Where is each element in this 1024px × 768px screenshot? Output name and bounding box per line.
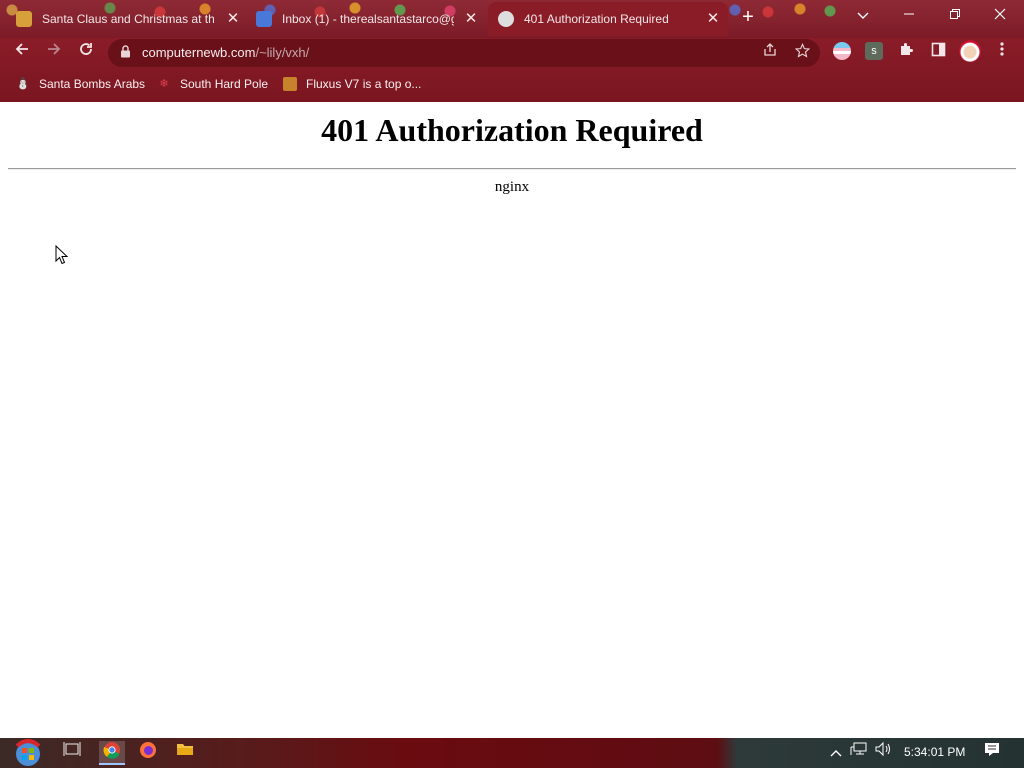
tab-title: 401 Authorization Required	[524, 12, 669, 26]
forward-button[interactable]	[43, 41, 65, 63]
restore-button[interactable]	[937, 4, 973, 26]
close-icon[interactable]: ✕	[224, 10, 242, 28]
restore-icon	[950, 9, 960, 19]
santa-icon: ⛄	[16, 78, 30, 90]
close-icon[interactable]: ✕	[704, 10, 722, 28]
bookmark-label: Santa Bombs Arabs	[39, 77, 146, 91]
network-button[interactable]	[846, 741, 872, 765]
tab-search-button[interactable]	[845, 4, 881, 26]
start-button[interactable]	[10, 738, 46, 768]
server-name: nginx	[494, 179, 530, 195]
task-view-icon	[63, 742, 81, 756]
folder-icon	[177, 744, 193, 755]
tab-title: Inbox (1) - therealsantastarco@g	[282, 12, 454, 26]
tab-401-authorization[interactable]: 401 Authorization Required ✕	[488, 2, 728, 36]
network-icon	[850, 742, 867, 755]
snowflake-icon: ❄	[159, 78, 169, 90]
reload-button[interactable]	[75, 41, 97, 63]
new-tab-button[interactable]: +	[738, 7, 758, 27]
bookmark-label: Fluxus V7 is a top o...	[306, 77, 422, 91]
url-text: computernewb.com/~lily/vxh/	[142, 45, 309, 60]
close-window-button[interactable]	[982, 4, 1018, 26]
bookmark-label: South Hard Pole	[180, 77, 269, 91]
notification-icon	[985, 743, 999, 756]
side-panel-icon	[931, 42, 945, 57]
bookmark-santa-bombs-arabs[interactable]: ⛄ Santa Bombs Arabs	[16, 74, 145, 94]
page-heading: 401 Authorization Required	[321, 112, 703, 148]
address-bar[interactable]: computernewb.com/~lily/vxh/	[108, 39, 820, 67]
page-content: 401 Authorization Required nginx	[0, 102, 1024, 738]
chevron-up-icon	[830, 750, 842, 757]
tab-santa-claus[interactable]: Santa Claus and Christmas at the ✕	[8, 4, 248, 34]
share-icon[interactable]	[760, 43, 780, 63]
extensions-button[interactable]	[895, 41, 917, 63]
task-view-button[interactable]	[59, 741, 85, 765]
tab-favicon	[256, 11, 272, 27]
firefox-icon	[140, 742, 156, 758]
lock-icon[interactable]	[120, 45, 136, 61]
volume-button[interactable]	[870, 741, 896, 765]
s-extension-icon[interactable]: s	[865, 42, 883, 60]
browser-chrome: Santa Claus and Christmas at the ✕ Inbox…	[0, 0, 1024, 102]
minimize-icon	[904, 13, 914, 15]
bookmark-fluxus[interactable]: Fluxus V7 is a top o...	[283, 74, 421, 94]
url-path: /~lily/vxh/	[255, 45, 310, 60]
close-icon	[994, 8, 1006, 20]
arrow-right-icon	[48, 43, 61, 55]
bookmark-star-icon[interactable]	[792, 43, 812, 63]
flag-extension-icon[interactable]	[833, 42, 851, 60]
taskbar-chrome[interactable]	[99, 741, 125, 765]
tab-favicon	[498, 11, 514, 27]
puzzle-icon	[901, 43, 913, 55]
reload-icon	[80, 43, 92, 55]
taskbar-firefox[interactable]	[135, 741, 161, 765]
mouse-cursor-icon	[55, 245, 69, 265]
tab-inbox[interactable]: Inbox (1) - therealsantastarco@g ✕	[248, 4, 486, 34]
menu-button[interactable]	[991, 41, 1013, 63]
chevron-down-icon	[857, 12, 869, 19]
speaker-icon	[875, 741, 890, 757]
clock[interactable]: 5:34:01 PM	[904, 745, 965, 759]
taskbar: 5:34:01 PM	[0, 738, 1024, 768]
profile-avatar[interactable]	[959, 40, 981, 62]
tab-title: Santa Claus and Christmas at the	[42, 12, 214, 26]
arrow-left-icon	[15, 43, 28, 55]
back-button[interactable]	[11, 41, 33, 63]
chrome-icon	[103, 742, 120, 759]
more-vertical-icon	[1000, 42, 1004, 56]
url-domain: computernewb.com	[142, 45, 256, 60]
bookmark-south-hard-pole[interactable]: ❄ South Hard Pole	[157, 74, 268, 94]
close-icon[interactable]: ✕	[462, 10, 480, 28]
taskbar-file-explorer[interactable]	[172, 741, 198, 765]
minimize-button[interactable]	[891, 4, 927, 26]
tab-favicon	[16, 11, 32, 27]
fluxus-icon	[283, 77, 297, 91]
divider	[8, 168, 1016, 170]
action-center-button[interactable]	[979, 741, 1005, 765]
side-panel-button[interactable]	[927, 41, 949, 63]
start-orb-icon	[15, 739, 41, 766]
